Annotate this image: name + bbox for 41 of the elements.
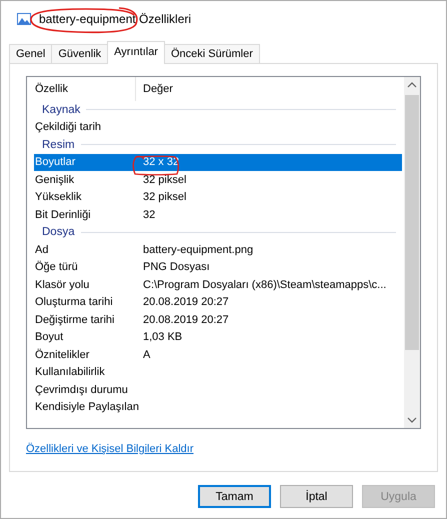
property-value: A: [143, 348, 150, 361]
tab[interactable]: Genel: [9, 44, 52, 63]
remove-properties-link[interactable]: Özellikleri ve Kişisel Bilgileri Kaldır: [26, 443, 194, 455]
property-value: 32 piksel: [143, 174, 186, 186]
image-file-icon: [17, 13, 31, 25]
property-value: 1,03 KB: [143, 331, 182, 344]
scrollbar[interactable]: [404, 77, 420, 428]
property-name: Boyut: [34, 331, 64, 344]
property-name: Ad: [34, 244, 50, 256]
property-name: Yükseklik: [34, 191, 82, 204]
tab[interactable]: Güvenlik: [51, 44, 108, 63]
property-name: Oluşturma tarihi: [34, 296, 114, 308]
property-name: Kendisiyle Paylaşılan: [34, 401, 140, 414]
property-name: Boyutlar: [34, 156, 76, 168]
property-name: Çevrimdışı durumu: [34, 384, 129, 396]
dialog-button[interactable]: İptal: [280, 485, 353, 508]
group-heading: Resim: [42, 138, 75, 151]
property-name: Çekildiği tarih: [34, 121, 102, 134]
window-title: battery-equipment Özellikleri: [39, 12, 192, 26]
property-value: C:\Program Dosyaları (x86)\Steam\steamapps\c...: [143, 278, 386, 291]
property-value: 20.08.2019 20:27: [143, 296, 229, 308]
property-name: Klasör yolu: [34, 278, 90, 291]
dialog-button[interactable]: Tamam: [198, 485, 271, 508]
group-heading: Kaynak: [42, 104, 80, 116]
property-value: 32 piksel: [143, 191, 186, 204]
property-name: Değiştirme tarihi: [34, 314, 116, 326]
scrollbar-thumb[interactable]: [405, 95, 419, 350]
property-name: Genişlik: [34, 174, 76, 186]
property-name: Bit Derinliği: [34, 208, 92, 221]
property-name: Öğe türü: [34, 261, 79, 274]
group-heading: Dosya: [42, 226, 75, 238]
column-heading[interactable]: Değer: [136, 77, 173, 101]
property-name: Kullanılabilirlik: [34, 366, 106, 378]
column-heading[interactable]: Özellik: [34, 77, 136, 101]
property-value: 32: [143, 208, 156, 221]
property-value: PNG Dosyası: [143, 261, 210, 274]
tab[interactable]: Önceki Sürümler: [164, 44, 260, 63]
property-value: battery-equipment.png: [143, 244, 254, 256]
property-name: Öznitelikler: [34, 348, 90, 361]
tab[interactable]: Ayrıntılar: [107, 41, 165, 64]
property-value: 20.08.2019 20:27: [143, 314, 229, 326]
